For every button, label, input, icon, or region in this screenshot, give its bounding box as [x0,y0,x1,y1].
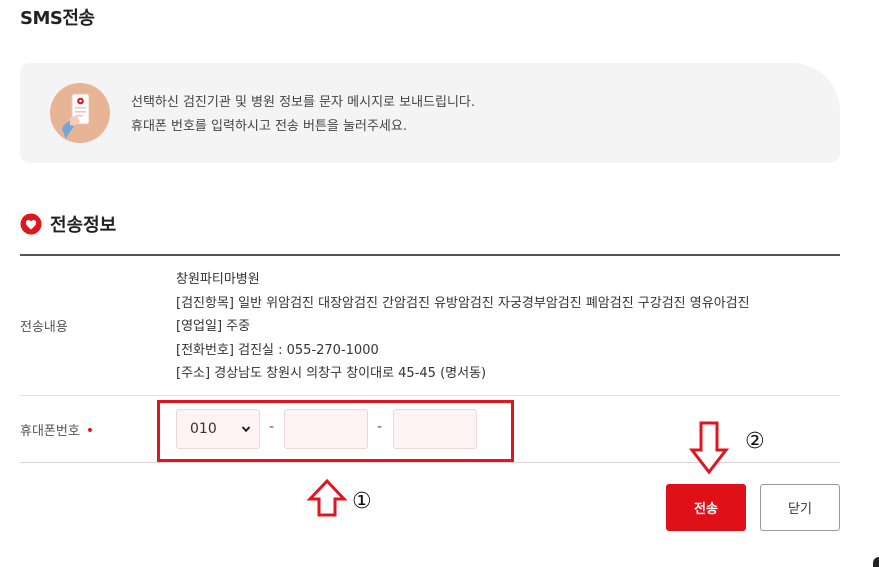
arrow-down-icon [688,421,730,475]
send-button[interactable]: 전송 [666,484,746,531]
content-line: 창원파티마병원 [176,272,260,287]
info-line-1: 선택하신 검진기관 및 병원 정보를 문자 메시지로 보내드립니다. [131,95,476,110]
section-title: 전송정보 [50,215,117,236]
heart-pin-icon [20,213,42,235]
phone-in-hand-icon [50,83,110,143]
window-corner [873,557,879,567]
content-lines: 창원파티마병원 [검진항목] 일반 위암검진 대장암검진 간암검진 유방암검진 … [176,268,750,386]
arrow-up-icon [306,478,348,517]
content-line: [영업일] 주중 [176,319,251,334]
row-divider [20,395,840,396]
phone-label: 휴대폰번호 • [20,420,94,439]
required-mark: • [85,423,95,439]
phone-highlight-box [157,400,514,462]
section-header: 전송정보 [20,211,116,237]
content-line: [주소] 경상남도 창원시 의창구 창이대로 45-45 (명서동) [176,366,487,381]
content-line: [전화번호] 검진실 : 055-270-1000 [176,342,379,358]
step-1-marker: ① [352,489,372,514]
info-box: 선택하신 검진기관 및 병원 정보를 문자 메시지로 보내드립니다. 휴대폰 번… [20,63,840,163]
info-line-2: 휴대폰 번호를 입력하시고 전송 버튼을 눌러주세요. [131,119,407,134]
page-title: SMS전송 [20,8,95,29]
content-line: [검진항목] 일반 위암검진 대장암검진 간암검진 유방암검진 자궁경부암검진 … [176,295,750,311]
content-label: 전송내용 [20,320,68,335]
step-2-marker: ② [745,429,765,454]
info-text: 선택하신 검진기관 및 병원 정보를 문자 메시지로 보내드립니다. 휴대폰 번… [131,91,475,139]
table-top-border [20,254,840,256]
close-button[interactable]: 닫기 [760,484,840,531]
phone-label-text: 휴대폰번호 [20,424,80,439]
